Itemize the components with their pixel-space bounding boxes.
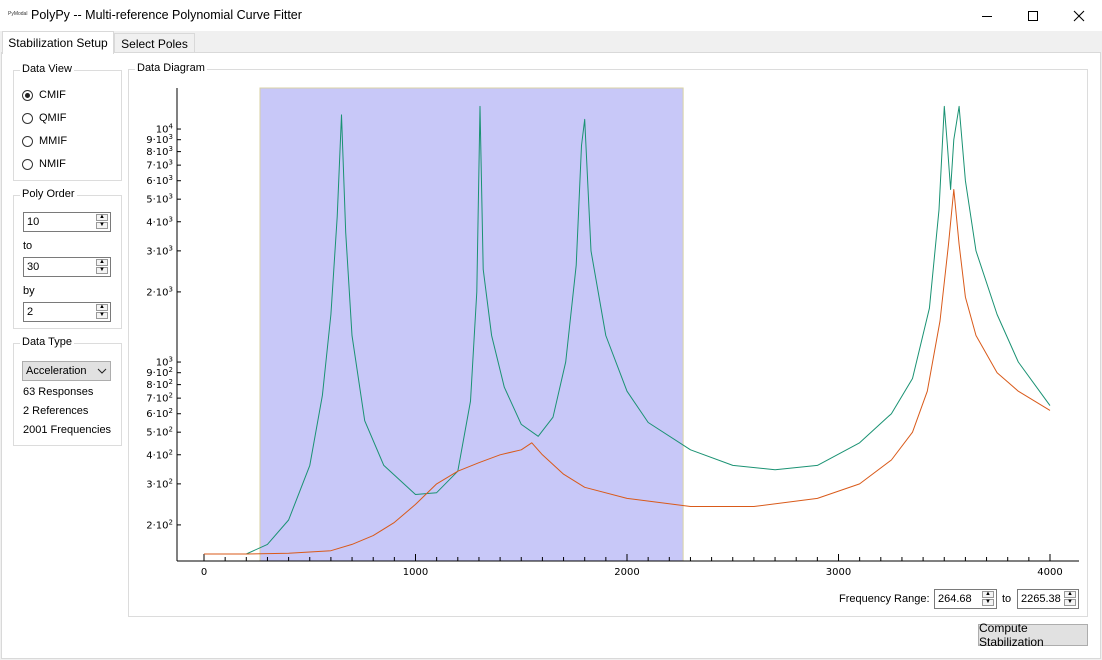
y-tick-label: 5·102 [146, 426, 173, 439]
data-diagram-chart[interactable]: 0 1000 2000 3000 4000 2·102 3·102 4·102 5·102 6·1… [129, 70, 1087, 616]
radio-label: MMIF [39, 135, 68, 147]
radio-mmif[interactable]: MMIF [22, 135, 67, 147]
spinbox-value: 30 [27, 261, 40, 273]
frequency-range-label: Frequency Range: [839, 593, 930, 605]
radio-indicator [22, 135, 33, 147]
data-type-group: Data Type Acceleration 63 Responses 2 Re… [13, 336, 122, 446]
frequency-selection-region[interactable] [259, 87, 684, 562]
poly-order-from-spinbox[interactable]: 10 ▲ ▼ [23, 212, 111, 232]
data-type-select[interactable]: Acceleration [22, 361, 111, 381]
x-tick-label: 1000 [403, 567, 428, 578]
data-type-title: Data Type [20, 336, 74, 348]
window-title: PolyPy -- Multi-reference Polynomial Cur… [31, 8, 302, 22]
chevron-down-icon [97, 368, 107, 374]
close-icon [1073, 10, 1085, 21]
x-tick-label: 3000 [826, 567, 851, 578]
poly-order-group: Poly Order 10 ▲ ▼ to 30 ▲ ▼ by 2 ▲ ▼ [13, 188, 122, 329]
y-tick-label: 7·103 [146, 159, 173, 172]
data-view-title: Data View [20, 63, 74, 75]
close-button[interactable] [1056, 0, 1102, 31]
spinbox-value: 2 [27, 306, 34, 318]
y-tick-label: 4·102 [146, 448, 173, 461]
spin-up-icon[interactable]: ▲ [96, 259, 108, 266]
spin-down-icon[interactable]: ▼ [96, 267, 108, 274]
maximize-button[interactable] [1010, 0, 1056, 31]
frequency-range-from-spinbox[interactable]: 264.68 ▲ ▼ [934, 589, 997, 609]
frequency-range-to-label: to [1002, 593, 1012, 605]
x-tick-label: 0 [201, 567, 207, 578]
poly-order-by-label: by [23, 285, 35, 297]
references-count: 2 References [23, 405, 89, 417]
data-type-selected: Acceleration [26, 365, 87, 377]
y-tick-label: 4·103 [146, 215, 173, 228]
radio-label: NMIF [39, 158, 66, 170]
radio-nmif[interactable]: NMIF [22, 158, 66, 170]
y-tick-label: 8·102 [146, 378, 173, 391]
y-tick-label: 2·103 [146, 285, 173, 298]
tab-label: Select Poles [121, 36, 188, 51]
y-tick-label: 7·102 [146, 392, 173, 405]
tab-label: Stabilization Setup [8, 36, 108, 50]
minimize-icon [982, 15, 992, 17]
y-tick-label: 6·102 [146, 407, 173, 420]
spinbox-value: 2265.38 [1021, 593, 1061, 605]
y-tick-label: 6·103 [146, 174, 173, 187]
poly-order-title: Poly Order [20, 188, 77, 200]
radio-indicator [22, 112, 33, 124]
button-label: Compute Stabilization [979, 621, 1044, 649]
radio-label: CMIF [39, 89, 66, 101]
y-tick-label: 3·103 [146, 244, 173, 257]
poly-order-by-spinbox[interactable]: 2 ▲ ▼ [23, 302, 111, 322]
spin-up-icon[interactable]: ▲ [982, 591, 994, 598]
spin-up-icon[interactable]: ▲ [1064, 591, 1076, 598]
poly-order-to-spinbox[interactable]: 30 ▲ ▼ [23, 257, 111, 277]
spin-up-icon[interactable]: ▲ [96, 304, 108, 311]
y-tick-label: 5·103 [146, 193, 173, 206]
tab-bar: Stabilization Setup Select Poles [0, 31, 1102, 54]
spinbox-value: 264.68 [938, 593, 972, 605]
minimize-button[interactable] [964, 0, 1010, 31]
title-bar: PyModal PolyPy -- Multi-reference Polyno… [0, 0, 1102, 31]
spin-down-icon[interactable]: ▼ [96, 312, 108, 319]
poly-order-to-label: to [23, 240, 33, 252]
y-tick-label: 2·102 [146, 518, 173, 531]
radio-cmif[interactable]: CMIF [22, 89, 66, 101]
radio-qmif[interactable]: QMIF [22, 112, 67, 124]
spin-up-icon[interactable]: ▲ [96, 214, 108, 221]
y-tick-label: 8·103 [146, 145, 173, 158]
frequencies-count: 2001 Frequencies [23, 424, 112, 436]
spinbox-value: 10 [27, 216, 40, 228]
x-tick-label: 4000 [1037, 567, 1062, 578]
spin-down-icon[interactable]: ▼ [982, 599, 994, 606]
radio-indicator [22, 158, 33, 170]
responses-count: 63 Responses [23, 386, 94, 398]
x-tick-label: 2000 [614, 567, 639, 578]
compute-stabilization-button[interactable]: Compute Stabilization [978, 621, 1088, 649]
frequency-range-to-spinbox[interactable]: 2265.38 ▲ ▼ [1017, 589, 1079, 609]
data-view-group: Data View CMIF QMIF MMIF NMIF [13, 63, 122, 181]
app-icon: PyModal [8, 11, 28, 17]
y-tick-label: 3·102 [146, 477, 173, 490]
tab-stabilization-setup[interactable]: Stabilization Setup [2, 31, 114, 54]
stabilization-setup-panel: Data View CMIF QMIF MMIF NMIF Poly Order… [1, 52, 1101, 659]
data-diagram-group: Data Diagram 0 1000 2000 3000 4000 2·102 3·102… [128, 62, 1088, 617]
spin-down-icon[interactable]: ▼ [1064, 599, 1076, 606]
radio-label: QMIF [39, 112, 67, 124]
maximize-icon [1028, 10, 1038, 21]
radio-indicator [22, 89, 33, 101]
tab-select-poles[interactable]: Select Poles [114, 33, 195, 53]
spin-down-icon[interactable]: ▼ [96, 222, 108, 229]
